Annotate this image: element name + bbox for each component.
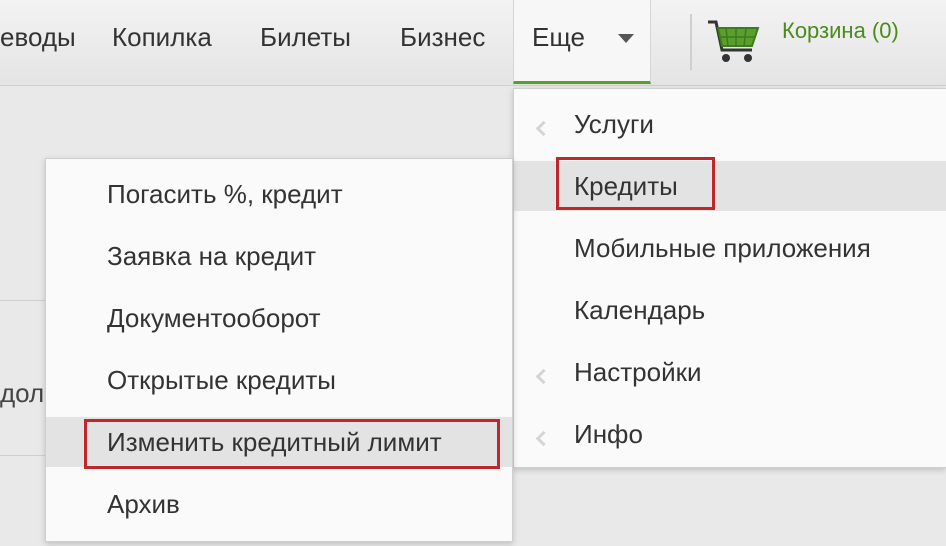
top-navigation: еводы Копилка Билеты Бизнес Еще Корзина …	[0, 0, 946, 86]
chevron-left-icon	[535, 120, 552, 137]
menu-item-label: Настройки	[574, 357, 702, 387]
menu-item-label: Погасить %, кредит	[107, 179, 343, 209]
menu-item-document-flow[interactable]: Документооборот	[46, 293, 512, 343]
menu-item-credit-application[interactable]: Заявка на кредит	[46, 231, 512, 281]
menu-item-label: Изменить кредитный лимит	[107, 427, 442, 457]
menu-item-label: Услуги	[574, 109, 654, 139]
caret-down-icon	[618, 34, 634, 43]
background-partial-text: дол	[0, 378, 45, 408]
menu-item-services[interactable]: Услуги	[514, 99, 946, 149]
menu-item-label: Открытые кредиты	[107, 365, 336, 395]
menu-item-settings[interactable]: Настройки	[514, 347, 946, 397]
nav-more-dropdown-toggle[interactable]: Еще	[513, 0, 651, 84]
chevron-left-icon	[535, 368, 552, 385]
menu-item-label: Архив	[107, 489, 180, 519]
nav-item-piggybank[interactable]: Копилка	[112, 22, 212, 53]
nav-more-label: Еще	[532, 22, 585, 52]
menu-item-label: Мобильные приложения	[574, 233, 871, 263]
menu-item-label: Инфо	[574, 419, 643, 449]
menu-item-info[interactable]: Инфо	[514, 409, 946, 459]
menu-item-calendar[interactable]: Календарь	[514, 285, 946, 335]
menu-item-change-credit-limit[interactable]: Изменить кредитный лимит	[46, 417, 512, 467]
nav-item-transfers[interactable]: еводы	[0, 22, 76, 53]
nav-item-tickets[interactable]: Билеты	[260, 22, 351, 53]
menu-item-label: Кредиты	[574, 171, 678, 201]
nav-separator	[690, 14, 692, 70]
menu-item-pay-credit[interactable]: Погасить %, кредит	[46, 169, 512, 219]
more-dropdown-menu: Услуги Кредиты Мобильные приложения Кале…	[513, 88, 946, 468]
cart-button[interactable]: Корзина (0)	[706, 8, 936, 68]
credits-submenu: Погасить %, кредит Заявка на кредит Доку…	[45, 158, 513, 542]
cart-label: Корзина (0)	[782, 18, 899, 43]
menu-item-label: Календарь	[574, 295, 706, 325]
menu-item-label: Заявка на кредит	[107, 241, 317, 271]
nav-item-business[interactable]: Бизнес	[400, 22, 485, 53]
menu-item-archive[interactable]: Архив	[46, 479, 512, 529]
shopping-cart-icon	[708, 20, 760, 62]
chevron-left-icon	[535, 430, 552, 447]
menu-item-open-credits[interactable]: Открытые кредиты	[46, 355, 512, 405]
menu-item-credits[interactable]: Кредиты	[514, 161, 946, 211]
menu-item-label: Документооборот	[107, 303, 321, 333]
menu-item-mobile-apps[interactable]: Мобильные приложения	[514, 223, 946, 273]
